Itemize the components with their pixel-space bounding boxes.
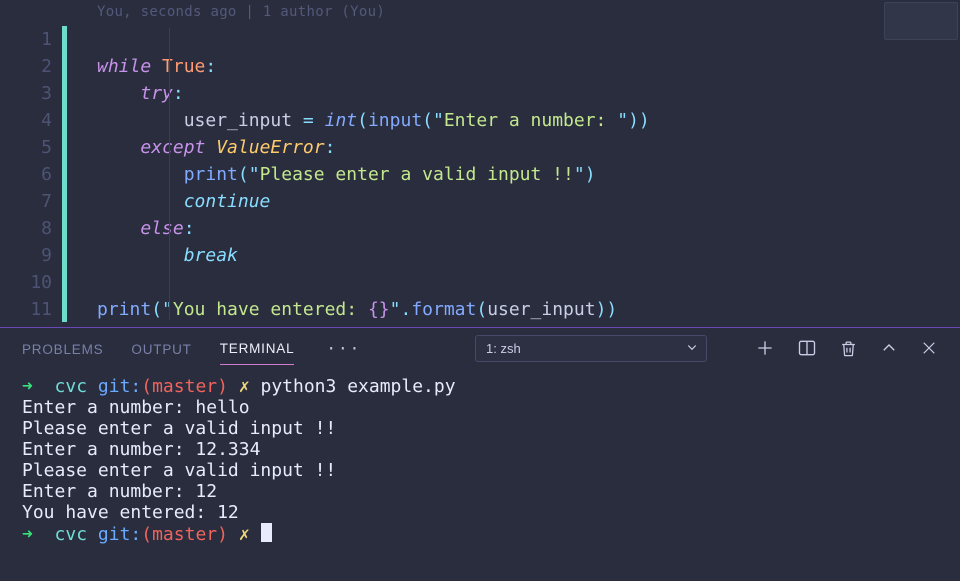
line-number: 5	[0, 134, 62, 161]
line-gutter: 1 2 3 4 5 6 7 8 9 10 11	[0, 0, 62, 327]
terminal-line: Enter a number: 12.334	[22, 439, 260, 460]
code-content[interactable]: while True: try: user_input = int(input(…	[67, 0, 960, 350]
code-editor[interactable]: 1 2 3 4 5 6 7 8 9 10 11 You, seconds ago…	[0, 0, 960, 327]
codelens-annotation[interactable]: You, seconds ago | 1 author (You)	[97, 4, 385, 20]
terminal-line: Enter a number: hello	[22, 397, 250, 418]
terminal-line: Please enter a valid input !!	[22, 418, 336, 439]
line-number: 7	[0, 188, 62, 215]
terminal-cursor	[261, 523, 272, 542]
terminal-line: You have entered: 12	[22, 502, 239, 523]
prompt-line: ➜ cvc git:(master) ✗ python3 example.py	[22, 376, 456, 397]
line-number: 4	[0, 107, 62, 134]
bottom-panel: PROBLEMS OUTPUT TERMINAL ··· 1: zsh	[0, 327, 960, 581]
code-line	[97, 272, 108, 293]
line-number: 9	[0, 242, 62, 269]
terminal-line: Enter a number: 12	[22, 481, 217, 502]
line-number: 2	[0, 53, 62, 80]
code-line: else:	[97, 218, 195, 239]
line-number: 6	[0, 161, 62, 188]
minimap[interactable]	[884, 2, 958, 40]
code-line: print("Please enter a valid input !!")	[97, 164, 596, 185]
indent-guide	[169, 28, 170, 320]
code-line: while True:	[97, 56, 216, 77]
line-number: 1	[0, 26, 62, 53]
line-number: 11	[0, 296, 62, 323]
code-line: print("You have entered: {}".format(user…	[97, 299, 617, 320]
code-line: except ValueError:	[97, 137, 335, 158]
code-line: continue	[97, 191, 270, 212]
code-line: break	[97, 245, 238, 266]
code-line: user_input = int(input("Enter a number: …	[97, 110, 650, 131]
terminal-output[interactable]: ➜ cvc git:(master) ✗ python3 example.py …	[0, 368, 960, 581]
terminal-line: Please enter a valid input !!	[22, 460, 336, 481]
line-number: 8	[0, 215, 62, 242]
line-number: 3	[0, 80, 62, 107]
code-line: try:	[97, 83, 184, 104]
line-number: 10	[0, 269, 62, 296]
prompt-line: ➜ cvc git:(master) ✗	[22, 524, 272, 545]
